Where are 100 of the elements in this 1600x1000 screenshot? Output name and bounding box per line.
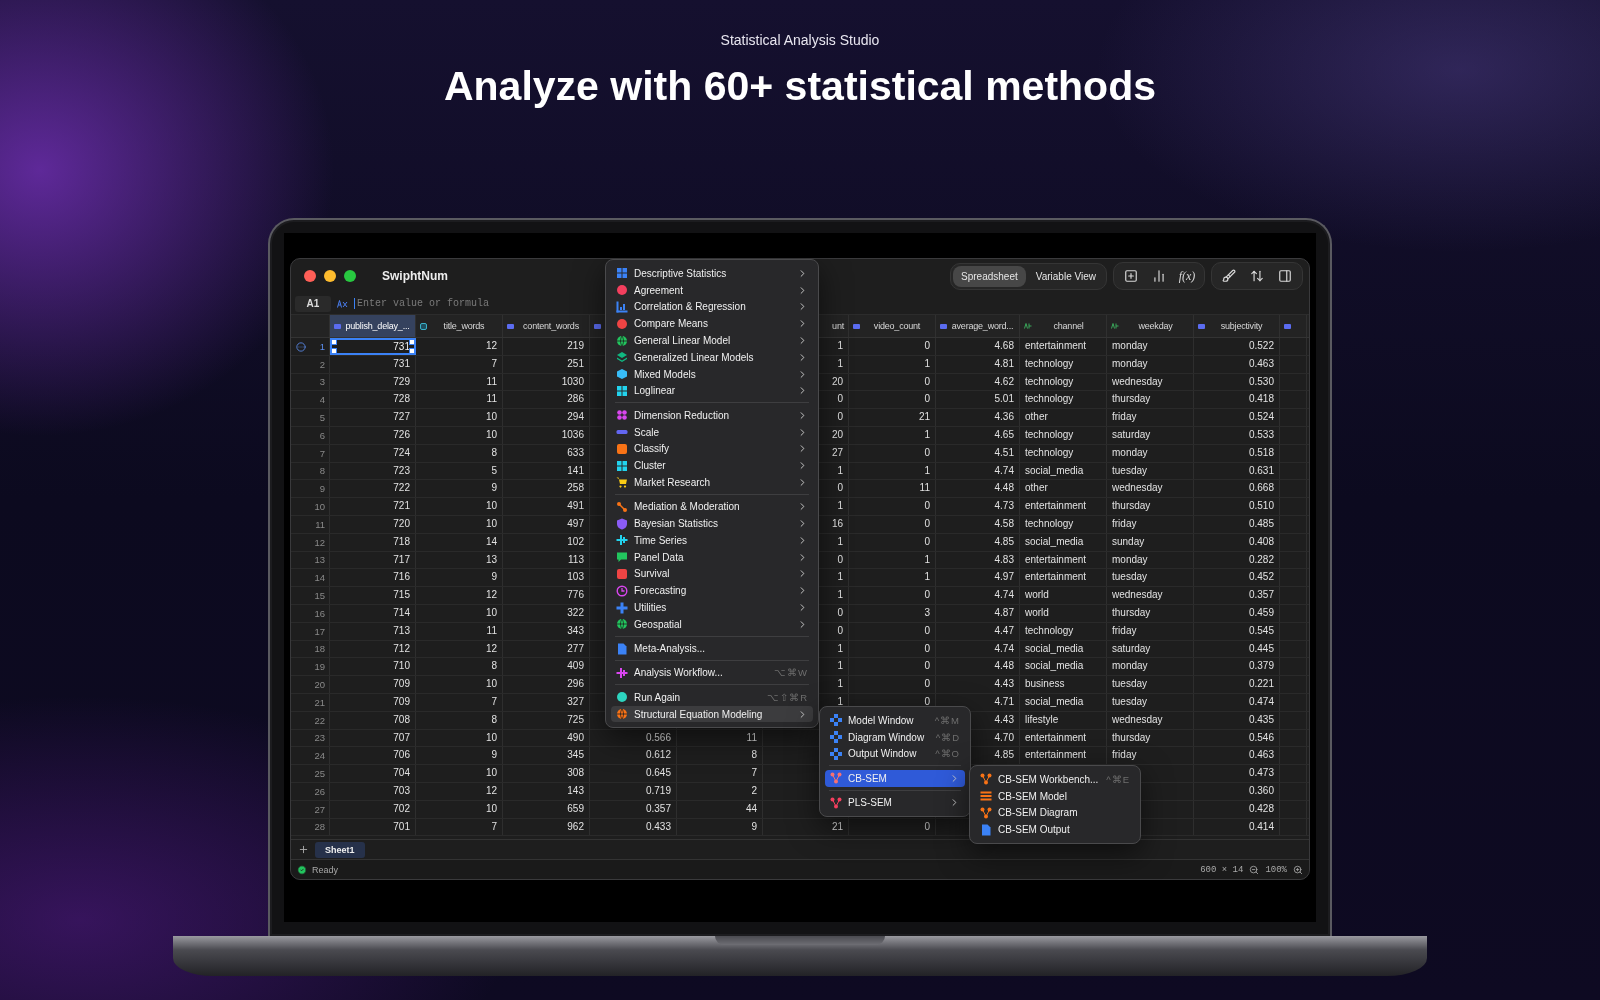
table-cell: 1 xyxy=(849,427,936,444)
table-cell: 0.282 xyxy=(1194,551,1280,569)
table-cell: 4.81 xyxy=(936,355,1020,373)
table-cell: other xyxy=(1020,409,1107,426)
menu-item[interactable]: Agreement xyxy=(611,281,813,299)
row-number: 8 xyxy=(319,465,325,477)
table-cell: friday xyxy=(1107,515,1194,533)
table-cell: monday xyxy=(1107,355,1194,373)
table-cell: 7 xyxy=(416,693,503,711)
table-cell: 10 xyxy=(416,427,503,444)
table-cell: 0.510 xyxy=(1194,498,1280,515)
table-cell: 14 xyxy=(416,533,503,551)
table-cell: 0 xyxy=(849,515,936,533)
keyboard-shortcut: ^⌘M xyxy=(934,714,960,726)
table-cell: world xyxy=(1020,604,1107,622)
zoom-out-icon[interactable] xyxy=(1249,864,1260,875)
table-cell: 9 xyxy=(416,747,503,765)
table-cell: 718 xyxy=(330,533,416,551)
table-cell: 0.545 xyxy=(1194,622,1280,640)
row-number: 20 xyxy=(314,679,325,691)
menu-item[interactable]: CB-SEM Model xyxy=(975,787,1135,805)
menu-item[interactable]: Descriptive Statistics xyxy=(611,265,813,282)
column-header[interactable]: publish_delay_... xyxy=(330,315,416,337)
table-cell: 0.546 xyxy=(1194,729,1280,747)
row-number: 16 xyxy=(314,607,325,619)
selected-cell[interactable]: 731 xyxy=(330,338,416,355)
row-number: 21 xyxy=(314,696,325,708)
table-cell: 102 xyxy=(503,533,590,551)
table-cell: 44 xyxy=(677,800,763,818)
row-number: 25 xyxy=(314,768,325,779)
table-cell: 0 xyxy=(849,676,936,693)
table-cell: 296 xyxy=(503,676,590,693)
table-cell: 0.418 xyxy=(1194,391,1280,409)
row-number: 10 xyxy=(314,501,325,513)
view-tab[interactable]: Spreadsheet xyxy=(953,265,1026,287)
menu-item[interactable]: CB-SEM Diagram xyxy=(975,804,1135,822)
table-cell: 721 xyxy=(330,498,416,515)
table-cell: social_media xyxy=(1020,640,1107,658)
table-cell: 21 xyxy=(763,818,849,836)
table-cell: technology xyxy=(1020,622,1107,640)
table-cell: other xyxy=(1020,480,1107,498)
table-cell: 0.433 xyxy=(590,818,677,836)
plus-square-icon xyxy=(1124,269,1138,283)
menu-item[interactable]: Compare Means xyxy=(611,315,813,333)
text-icon xyxy=(1111,323,1119,329)
keyboard-shortcut: ⌥⌘W xyxy=(774,667,808,679)
status-text: Ready xyxy=(312,864,338,875)
sheet-tab[interactable]: Sheet1 xyxy=(315,841,365,858)
zoom-in-icon[interactable] xyxy=(1293,864,1303,875)
table-cell: 1036 xyxy=(503,427,590,444)
table-cell: 2 xyxy=(677,782,763,800)
table-cell: 277 xyxy=(503,640,590,658)
row-number: 7 xyxy=(319,447,325,459)
check-circle-icon xyxy=(297,864,307,875)
menu-item[interactable]: CB-SEM xyxy=(825,769,965,787)
table-cell: 716 xyxy=(330,569,416,587)
menu-item[interactable]: PLS-SEM xyxy=(825,794,965,811)
table-cell: 490 xyxy=(503,729,590,747)
table-cell: 726 xyxy=(330,427,416,444)
close-button[interactable] xyxy=(304,270,316,282)
table-cell: 0.463 xyxy=(1194,747,1280,765)
table-cell: 0 xyxy=(849,587,936,604)
row-number: 23 xyxy=(314,732,325,744)
table-cell: world xyxy=(1020,587,1107,604)
maximize-button[interactable] xyxy=(344,270,356,282)
minimize-button[interactable] xyxy=(324,270,336,282)
table-cell: 4.36 xyxy=(936,409,1020,426)
table-cell: 0.445 xyxy=(1194,640,1280,658)
menu-item[interactable]: CB-SEM Output xyxy=(975,821,1135,839)
table-cell: thursday xyxy=(1107,498,1194,515)
table-cell: 0 xyxy=(849,444,936,462)
row-options-icon[interactable] xyxy=(296,341,306,352)
view-tab[interactable]: Variable View xyxy=(1027,265,1104,287)
table-cell: 219 xyxy=(503,338,590,355)
table-cell: 708 xyxy=(330,711,416,729)
table-cell: 12 xyxy=(416,640,503,658)
table-cell: 13 xyxy=(416,551,503,569)
table-cell: monday xyxy=(1107,551,1194,569)
table-cell: friday xyxy=(1107,622,1194,640)
row-number: 22 xyxy=(314,714,325,726)
table-cell: 4.87 xyxy=(936,604,1020,622)
menu-item[interactable]: Structural Equation Modeling xyxy=(611,705,813,723)
table-cell: social_media xyxy=(1020,462,1107,480)
table-cell: 0.360 xyxy=(1194,782,1280,800)
table-cell: 4.74 xyxy=(936,640,1020,658)
table-cell: 0.379 xyxy=(1194,658,1280,676)
menu-item[interactable]: CB-SEM Workbench... ^⌘E xyxy=(975,771,1135,788)
row-number: 3 xyxy=(319,376,325,388)
table-cell: 776 xyxy=(503,587,590,604)
table-cell: 725 xyxy=(503,711,590,729)
table-cell: 723 xyxy=(330,462,416,480)
function-button[interactable]: f(x) xyxy=(1174,265,1200,287)
table-cell: 706 xyxy=(330,747,416,765)
table-cell: 11 xyxy=(416,622,503,640)
table-cell: 712 xyxy=(330,640,416,658)
table-cell: technology xyxy=(1020,444,1107,462)
table-cell: 1 xyxy=(849,569,936,587)
table-cell: 709 xyxy=(330,693,416,711)
table-cell: 9 xyxy=(416,569,503,587)
table-cell: business xyxy=(1020,676,1107,693)
